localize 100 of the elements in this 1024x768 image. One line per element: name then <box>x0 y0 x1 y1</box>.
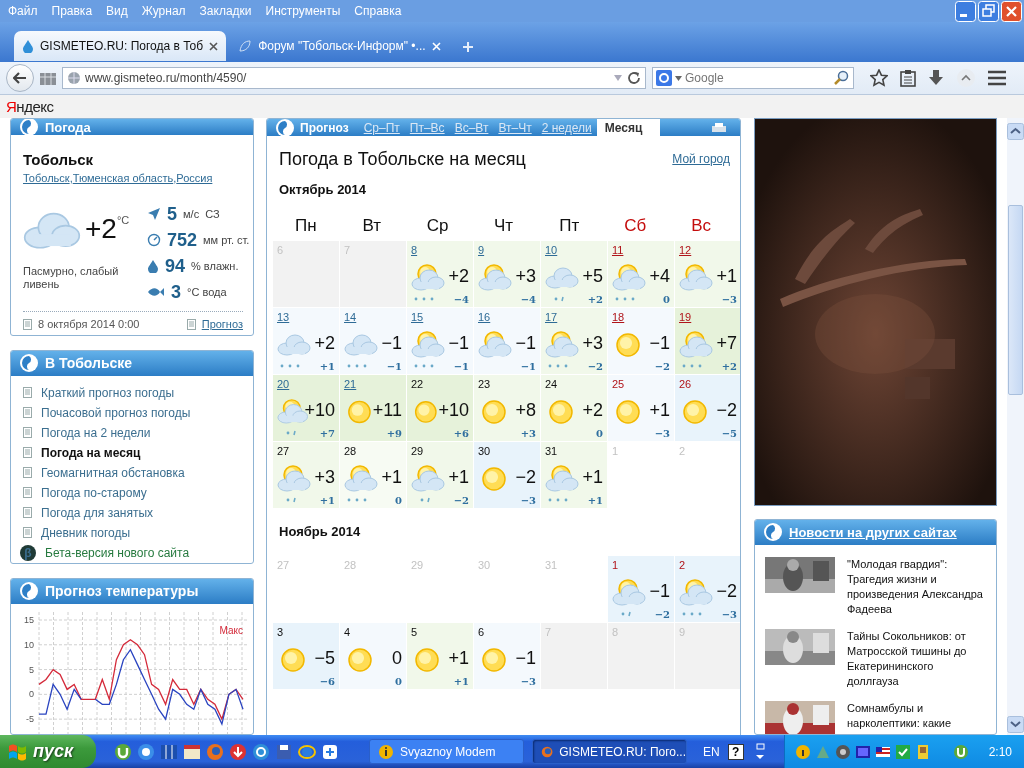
min-temperature: −2 <box>654 360 670 372</box>
u-icon[interactable] <box>114 742 132 761</box>
nav-link[interactable]: Бета-версия нового сайта <box>45 545 190 560</box>
stat-unit: м/с <box>183 208 200 220</box>
search-engine-icon[interactable] <box>656 70 672 86</box>
caret-icon <box>675 75 682 81</box>
scroll-up-button[interactable] <box>1007 123 1024 140</box>
language-indicator[interactable]: EN <box>703 744 720 759</box>
date-link[interactable]: 19 <box>679 311 692 324</box>
toolbar-logo[interactable]: Яндекс <box>6 98 54 115</box>
date-link[interactable]: 18 <box>612 311 625 324</box>
max-temperature: −1 <box>515 648 536 670</box>
location-link[interactable]: Россия <box>176 172 213 184</box>
news-link[interactable]: Сомнамбулы и нарколептики: какие <box>847 700 986 731</box>
nav-link[interactable]: Почасовой прогноз погоды <box>41 405 191 420</box>
temperature: +2 <box>85 213 117 244</box>
back-button[interactable] <box>6 64 34 92</box>
scroll-thumb[interactable] <box>1008 205 1023 395</box>
forecast-link[interactable]: Прогноз <box>201 318 243 330</box>
chevron-up-icon[interactable] <box>956 68 976 88</box>
date-label: 5 <box>411 626 418 639</box>
date-link[interactable]: 15 <box>411 311 424 324</box>
download-icon[interactable] <box>928 69 944 87</box>
date-link[interactable]: 16 <box>478 311 491 324</box>
printer-icon[interactable] <box>712 122 726 133</box>
search-field[interactable]: Google <box>685 71 831 85</box>
reload-icon[interactable] <box>627 71 641 85</box>
nav-link[interactable]: Геомагнитная обстановка <box>41 465 185 480</box>
grid-icon[interactable] <box>40 71 56 85</box>
nav-link[interactable]: Погода на месяц <box>41 445 141 460</box>
taskbar-button[interactable]: GISMETEO.RU: Пого... <box>532 739 687 764</box>
max-temperature: +5 <box>582 266 603 288</box>
url-field[interactable]: www.gismeteo.ru/month/4590/ <box>85 71 609 85</box>
taskbar-button[interactable]: Svyaznoy Modem <box>369 739 524 764</box>
date-link[interactable]: 9 <box>478 244 485 257</box>
star-icon[interactable] <box>870 69 888 87</box>
browser-icon[interactable] <box>298 742 316 761</box>
date-label: 31 <box>545 559 558 572</box>
stat-value: 3 <box>171 281 181 303</box>
logo-icon <box>19 581 39 602</box>
circle-icon[interactable] <box>252 742 270 761</box>
weekday-label: Ср <box>425 216 450 236</box>
date-link[interactable]: 8 <box>411 244 418 257</box>
dropdown-icon[interactable] <box>613 74 623 82</box>
monitor-icon[interactable] <box>854 743 871 760</box>
my-city-link[interactable]: Мой город <box>672 152 730 166</box>
calendar-icon[interactable] <box>183 742 201 761</box>
date-link[interactable]: 13 <box>277 311 290 324</box>
date-link[interactable]: 10 <box>545 244 558 257</box>
min-temperature: +1 <box>587 494 603 506</box>
scroll-down-button[interactable] <box>1007 716 1024 733</box>
weather-description: Пасмурно, слабый ливень <box>23 265 120 291</box>
nav-link[interactable]: Погода по-старому <box>41 485 147 500</box>
nav-link[interactable]: Краткий прогноз погоды <box>41 385 175 400</box>
search-icon[interactable] <box>834 70 850 86</box>
unit-label: °C <box>116 214 130 226</box>
nav-link[interactable]: Погода на 2 недели <box>41 425 151 440</box>
date-label: 30 <box>478 445 491 458</box>
date-label: 28 <box>344 559 357 572</box>
browser-tab[interactable]: GISMETEO.RU: Погода в Тоб <box>14 31 227 61</box>
news-link[interactable]: "Молодая гвардия": Трагедия жизни и произведения Александра Фадеева <box>847 556 986 617</box>
max-temperature: +8 <box>515 400 536 422</box>
min-temperature: −1 <box>520 360 536 372</box>
min-temperature: +2 <box>721 360 737 372</box>
date-link[interactable]: 14 <box>344 311 357 324</box>
info-icon[interactable] <box>794 743 811 760</box>
menu-icon[interactable] <box>988 70 1006 86</box>
date-label: 1 <box>612 445 619 458</box>
date-link[interactable]: 12 <box>679 244 692 257</box>
min-temperature: −2 <box>453 494 469 506</box>
news-link[interactable]: Тайны Сокольников: от Матросской тишины до Екатерининского доллгауза <box>847 628 986 689</box>
minimize-button[interactable] <box>955 0 976 22</box>
min-temperature: +2 <box>587 293 603 305</box>
clock: 2:10 <box>988 744 1012 759</box>
download-icon[interactable] <box>229 742 247 761</box>
u-icon[interactable] <box>952 743 969 760</box>
search-box[interactable]: Google <box>652 67 854 89</box>
nav-link[interactable]: Дневник погоды <box>41 525 131 540</box>
floppy-icon[interactable] <box>275 742 293 761</box>
help-button[interactable]: ? <box>727 743 744 760</box>
stat-unit: °C вода <box>187 286 227 298</box>
restore-button[interactable] <box>978 0 999 22</box>
location-link[interactable]: Тобольск <box>23 172 70 184</box>
address-field[interactable]: www.gismeteo.ru/month/4590/ <box>62 67 646 89</box>
date-link[interactable]: 11 <box>612 244 624 257</box>
date-link[interactable]: 20 <box>277 378 290 391</box>
close-icon[interactable] <box>209 41 219 51</box>
close-button[interactable] <box>1001 0 1022 22</box>
clipboard-icon[interactable] <box>900 69 916 87</box>
start-button[interactable]: пуск <box>0 735 96 768</box>
date-link[interactable]: 21 <box>344 378 357 391</box>
speaker-icon[interactable] <box>834 743 851 760</box>
nav-link[interactable]: Погода для занятых <box>41 505 154 520</box>
date-link[interactable]: 17 <box>545 311 558 324</box>
max-temperature: +10 <box>304 400 335 422</box>
browser-tab[interactable]: Форум "Тобольск-Информ" •... <box>230 31 449 61</box>
book-icon[interactable] <box>160 742 178 761</box>
date-label: 2 <box>679 445 686 458</box>
view-tab[interactable]: Месяц <box>596 119 661 136</box>
check-icon[interactable] <box>894 743 911 760</box>
